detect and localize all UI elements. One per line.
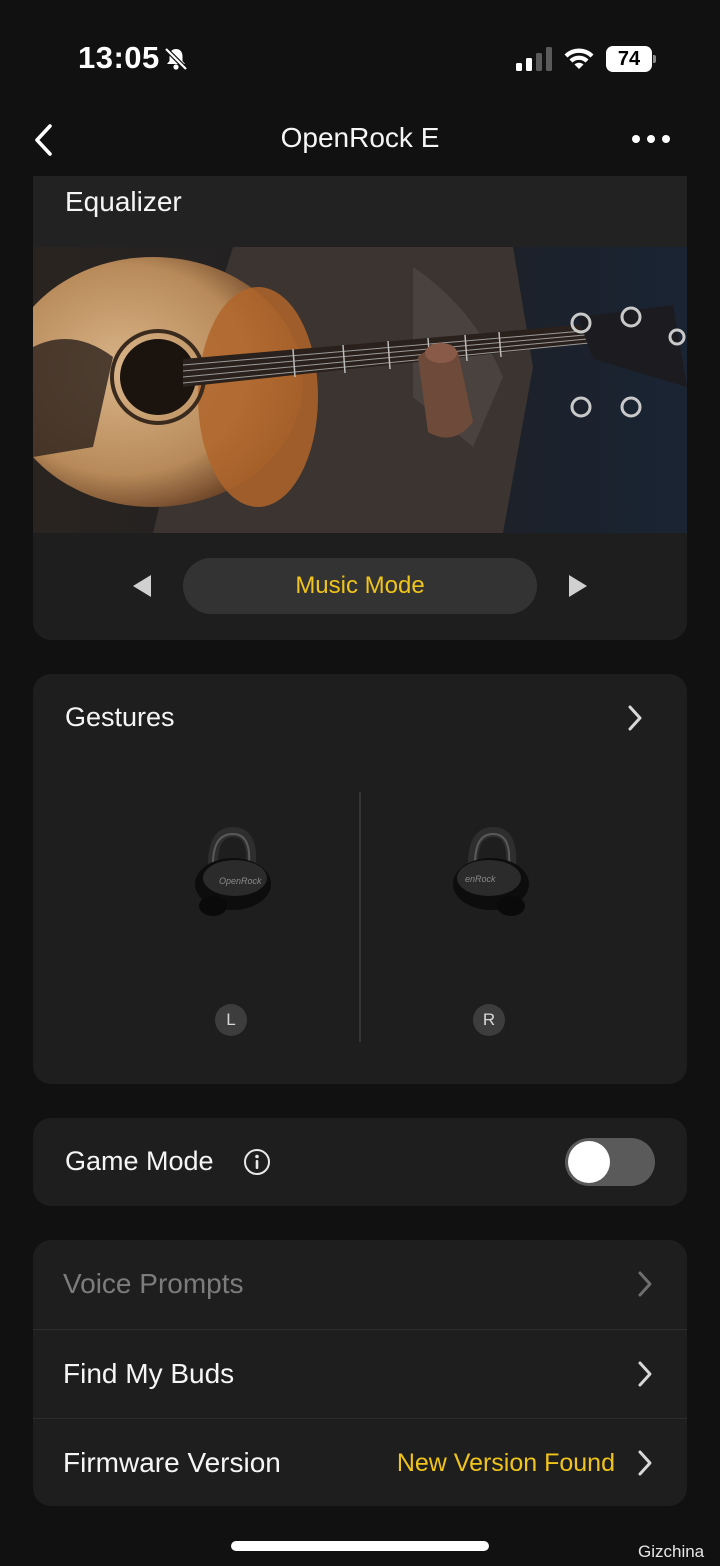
equalizer-title: Equalizer	[65, 186, 182, 217]
game-mode-card: Game Mode	[33, 1118, 687, 1206]
equalizer-mode-image	[33, 247, 687, 533]
equalizer-card: Equalizer Music Mode	[33, 176, 687, 640]
svg-text:enRock: enRock	[465, 874, 496, 884]
gestures-divider	[359, 792, 361, 1042]
left-earbud-image[interactable]: OpenRock	[183, 826, 279, 926]
info-icon[interactable]	[243, 1148, 271, 1176]
battery-level: 74	[617, 48, 641, 70]
page-title: OpenRock E	[280, 122, 440, 153]
chevron-right-icon	[638, 1450, 652, 1476]
battery-icon: 74	[606, 46, 656, 72]
settings-list: Voice Prompts Find My Buds Firmware Vers…	[33, 1240, 687, 1506]
left-side-badge: L	[215, 1004, 247, 1036]
status-time: 13:05	[78, 40, 160, 75]
right-side-badge: R	[473, 1004, 505, 1036]
firmware-version-row[interactable]: Firmware Version New Version Found	[33, 1418, 687, 1506]
find-my-buds-label: Find My Buds	[63, 1358, 235, 1389]
voice-prompts-row[interactable]: Voice Prompts	[33, 1240, 687, 1329]
firmware-version-label: Firmware Version	[63, 1447, 281, 1478]
nav-bar: OpenRock E	[0, 110, 720, 170]
watermark: Gizchina	[638, 1542, 705, 1561]
right-earbud-image[interactable]: enRock	[443, 826, 539, 926]
game-mode-toggle[interactable]	[565, 1138, 655, 1186]
find-my-buds-row[interactable]: Find My Buds	[33, 1329, 687, 1418]
eq-mode-selector[interactable]: Music Mode	[183, 558, 537, 614]
voice-prompts-label: Voice Prompts	[63, 1268, 244, 1299]
firmware-status: New Version Found	[396, 1449, 615, 1477]
svg-text:OpenRock: OpenRock	[219, 876, 262, 886]
back-chevron-icon[interactable]	[30, 120, 58, 160]
more-dots-icon[interactable]	[628, 124, 674, 154]
home-indicator	[231, 1541, 489, 1551]
toggle-knob	[568, 1141, 610, 1183]
game-mode-label: Game Mode	[65, 1146, 214, 1176]
chevron-right-icon[interactable]	[625, 702, 645, 734]
chevron-right-icon	[638, 1361, 652, 1387]
equalizer-header: Equalizer	[33, 176, 687, 247]
chevron-right-icon	[638, 1271, 652, 1297]
wifi-icon	[564, 48, 594, 69]
gestures-title: Gestures	[65, 702, 175, 732]
gestures-card[interactable]: Gestures OpenRock enRock L R	[33, 674, 687, 1084]
bell-slash-icon	[164, 47, 188, 71]
triangle-right-icon[interactable]	[563, 572, 591, 600]
cellular-signal-icon	[516, 47, 552, 71]
status-bar: 13:05 74	[0, 0, 720, 110]
triangle-left-icon[interactable]	[129, 572, 157, 600]
